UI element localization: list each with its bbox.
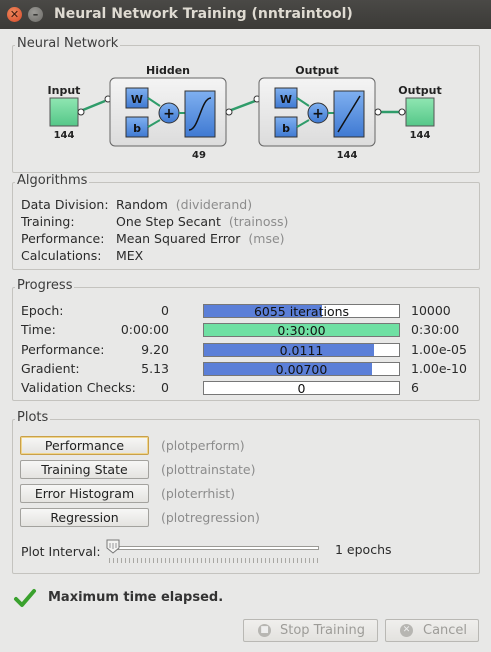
performance-progress-bar: 0.0111 [203,343,400,358]
output-layer-label: Output [295,64,338,77]
hidden-label: Hidden [146,64,190,77]
cancel-icon: ✕ [400,624,413,637]
stop-icon: ■ [258,624,271,637]
svg-text:+: + [312,106,324,122]
close-window-button[interactable]: ✕ [7,7,22,22]
plot-performance-fn: (plotperform) [161,438,245,453]
epoch-progress-bar: 6055 iterations [203,304,400,319]
plot-regression-button[interactable]: Regression [20,508,149,527]
plots-title: Plots [15,410,51,425]
plot-training-state-fn: (plottrainstate) [161,462,256,477]
time-progress-bar: 0:30:00 [203,323,400,338]
plot-interval-slider[interactable] [109,546,319,550]
algorithms-title: Algorithms [15,173,90,188]
cancel-button[interactable]: ✕ Cancel [385,619,479,642]
svg-text:+: + [163,106,175,122]
plot-interval-value: 1 epochs [335,542,392,557]
svg-text:b: b [282,122,290,135]
hidden-size: 49 [192,150,206,161]
input-label: Input [48,84,81,97]
plot-interval-label: Plot Interval: [21,544,101,559]
gradient-progress-bar: 0.00700 [203,362,400,377]
network-diagram: Input 144 Hidden 49 W b + Output 144 W b [48,64,442,161]
plot-interval-slider-thumb[interactable] [106,539,120,554]
minimize-window-button[interactable]: – [28,7,43,22]
stop-training-button[interactable]: ■ Stop Training [243,619,378,642]
plot-interval-ticks [109,558,319,563]
svg-text:W: W [280,93,292,106]
checkmark-icon [14,589,36,607]
plot-training-state-button[interactable]: Training State [20,460,149,479]
validation-progress-bar: 0 [203,381,400,396]
output-label: Output [398,84,441,97]
title-bar: ✕ – Neural Network Training (nntraintool… [0,0,491,29]
plot-error-histogram-fn: (ploterrhist) [161,486,236,501]
input-node [49,97,79,127]
plot-error-histogram-button[interactable]: Error Histogram [20,484,149,503]
svg-text:b: b [133,122,141,135]
output-layer-size: 144 [337,150,358,161]
output-size: 144 [410,130,431,141]
window-title: Neural Network Training (nntraintool) [54,6,353,22]
progress-group: Progress Epoch: 0 6055 iterations 10000 … [12,278,480,401]
algorithms-group: Algorithms Data Division: Random (divider… [12,173,480,270]
plots-group: Plots Performance (plotperform) Training… [12,410,480,574]
status-message: Maximum time elapsed. [48,590,224,605]
input-size: 144 [54,130,75,141]
neural-network-group: Neural Network Input 144 Hidden 49 W b + [12,36,480,173]
plot-regression-fn: (plotregression) [161,510,260,525]
output-node [405,97,435,127]
svg-text:W: W [131,93,143,106]
progress-title: Progress [15,278,75,293]
plot-performance-button[interactable]: Performance [20,436,149,455]
